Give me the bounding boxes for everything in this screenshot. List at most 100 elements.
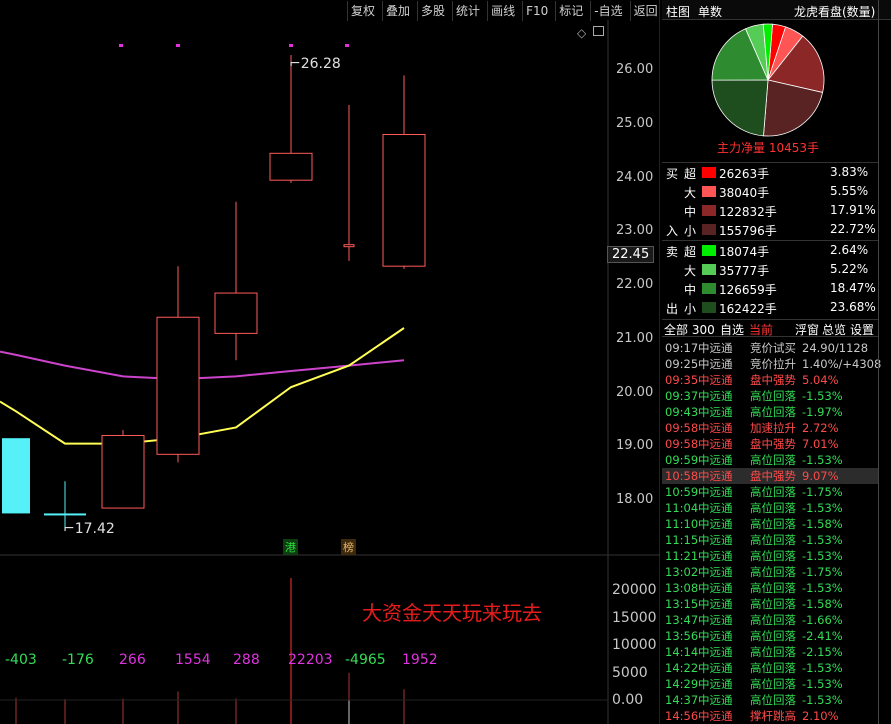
flow-volume: 126659手 [719, 283, 777, 297]
flow-row: 中 126659手 18.47% [662, 279, 878, 298]
tape-row[interactable]: 10:59 中远通 高位回落 -1.75% [662, 484, 878, 500]
tape-stock-name: 中远通 [698, 357, 733, 371]
tape-event: 加速拉升 [750, 421, 796, 435]
tape-row[interactable]: 09:37 中远通 高位回落 -1.53% [662, 388, 878, 404]
candlestick-chart[interactable] [0, 0, 660, 724]
tape-time: 11:10 [665, 517, 699, 531]
tape-row[interactable]: 14:14 中远通 高位回落 -2.15% [662, 644, 878, 660]
tape-value: -1.53% [802, 389, 843, 403]
tape-value: -1.53% [802, 581, 843, 595]
flow-color-swatch [702, 224, 716, 235]
tape-time: 13:15 [665, 597, 699, 611]
tape-row[interactable]: 13:56 中远通 高位回落 -2.41% [662, 628, 878, 644]
tape-value: 2.10% [802, 709, 839, 723]
flow-percent: 22.72% [830, 222, 876, 236]
tab-overview[interactable]: 总览 [822, 321, 846, 338]
tab-settings[interactable]: 设置 [850, 321, 874, 338]
tape-row[interactable]: 10:58 中远通 盘中强势 9.07% [662, 468, 878, 484]
candle-2[interactable] [101, 430, 145, 509]
candle-0[interactable] [2, 438, 30, 514]
tape-tab-row: 全部 300 自选 当前 浮窗 总览 设置 [662, 319, 878, 337]
tape-row[interactable]: 09:17 中远通 竞价试买 24.90/1128 [662, 340, 878, 356]
flow-color-swatch [702, 186, 716, 197]
flow-side-label: 卖 [666, 245, 679, 259]
tape-row[interactable]: 11:21 中远通 高位回落 -1.53% [662, 548, 878, 564]
tape-row[interactable]: 14:29 中远通 高位回落 -1.53% [662, 676, 878, 692]
tape-event: 高位回落 [750, 629, 796, 643]
tape-stock-name: 中远通 [698, 693, 733, 707]
tape-stock-name: 中远通 [698, 517, 733, 531]
tape-time: 13:08 [665, 581, 699, 595]
tape-row[interactable]: 13:47 中远通 高位回落 -1.66% [662, 612, 878, 628]
tape-stock-name: 中远通 [698, 549, 733, 563]
tape-time: 09:37 [665, 389, 699, 403]
flow-side-label: 出 [666, 302, 679, 316]
candle-5[interactable] [269, 54, 313, 183]
tape-time: 09:17 [665, 341, 699, 355]
tab-bar-chart[interactable]: 柱图 [666, 3, 690, 20]
tape-value: -2.41% [802, 629, 843, 643]
volume-tick: 10000 [612, 637, 657, 653]
tape-row[interactable]: 11:15 中远通 高位回落 -1.53% [662, 532, 878, 548]
tape-row[interactable]: 09:35 中远通 盘中强势 5.04% [662, 372, 878, 388]
tape-row[interactable]: 09:25 中远通 竞价拉升 1.40%/+4308 [662, 356, 881, 372]
tape-stock-name: 中远通 [698, 421, 733, 435]
tape-value: -1.53% [802, 533, 843, 547]
tape-row[interactable]: 11:04 中远通 高位回落 -1.53% [662, 500, 878, 516]
tape-row[interactable]: 09:58 中远通 加速拉升 2.72% [662, 420, 878, 436]
candle-7[interactable] [382, 75, 426, 269]
tape-stock-name: 中远通 [698, 469, 733, 483]
candle-6[interactable] [343, 104, 355, 261]
flow-side-label: 入 [666, 224, 679, 238]
flow-level-label: 超 [684, 167, 697, 181]
tab-current[interactable]: 当前 [749, 321, 773, 338]
badge-list[interactable]: 榜 [341, 539, 356, 555]
low-price-label: 17.42 [74, 521, 115, 537]
flow-row: 卖超 18074手 2.64% [662, 241, 878, 260]
tape-row[interactable]: 09:59 中远通 高位回落 -1.53% [662, 452, 878, 468]
tape-value: 7.01% [802, 437, 839, 451]
tape-value: 5.04% [802, 373, 839, 387]
tab-all[interactable]: 全部 300 [664, 321, 715, 338]
tape-row[interactable]: 09:58 中远通 盘中强势 7.01% [662, 436, 878, 452]
tape-time: 09:25 [665, 357, 699, 371]
tape-row[interactable]: 09:43 中远通 高位回落 -1.97% [662, 404, 878, 420]
tape-row[interactable]: 14:37 中远通 高位回落 -1.53% [662, 692, 878, 708]
candle-body [214, 292, 258, 334]
tape-stock-name: 中远通 [698, 373, 733, 387]
tab-float[interactable]: 浮窗 [795, 321, 819, 338]
tape-stock-name: 中远通 [698, 453, 733, 467]
tape-row[interactable]: 13:08 中远通 高位回落 -1.53% [662, 580, 878, 596]
tape-event: 高位回落 [750, 597, 796, 611]
badge-hk[interactable]: 港 [283, 539, 298, 555]
tape-row[interactable]: 11:10 中远通 高位回落 -1.58% [662, 516, 878, 532]
tape-event: 高位回落 [750, 661, 796, 675]
price-tick: 21.00 [616, 330, 654, 346]
tape-stock-name: 中远通 [698, 533, 733, 547]
tape-row[interactable]: 13:02 中远通 高位回落 -1.75% [662, 564, 878, 580]
tape-stock-name: 中远通 [698, 581, 733, 595]
tape-value: -1.53% [802, 453, 843, 467]
flow-row: 大 35777手 5.22% [662, 260, 878, 279]
candle-body [382, 134, 426, 267]
tape-row[interactable]: 14:56 中远通 撑杆跳高 2.10% [662, 708, 878, 724]
candle-4[interactable] [214, 201, 258, 361]
tape-time: 11:15 [665, 533, 699, 547]
tab-custom[interactable]: 自选 [720, 321, 744, 338]
candle-3[interactable] [156, 266, 200, 463]
tape-row[interactable]: 13:15 中远通 高位回落 -1.58% [662, 596, 878, 612]
volume-value-label: 1952 [402, 652, 438, 668]
tape-value: -1.53% [802, 501, 843, 515]
flow-row: 中 122832手 17.91% [662, 201, 878, 220]
root: 复权 叠加 多股 统计 画线 F10 标记 -自选 返回 ◇ 26.00 25.00 24.00 23… [0, 0, 891, 724]
event-tape: 09:17 中远通 竞价试买 24.90/1128 09:25 中远通 竞价拉升 1.40%/… [662, 340, 881, 724]
flow-percent: 23.68% [830, 300, 876, 314]
tape-row[interactable]: 14:22 中远通 高位回落 -1.53% [662, 660, 878, 676]
tape-time: 09:43 [665, 405, 699, 419]
flow-volume: 26263手 [719, 167, 770, 181]
flow-percent: 5.55% [830, 184, 869, 198]
volume-value-label: 1554 [175, 652, 211, 668]
flow-color-swatch [702, 167, 716, 178]
flow-row: 出小 162422手 23.68% [662, 298, 878, 317]
tape-event: 高位回落 [750, 581, 796, 595]
